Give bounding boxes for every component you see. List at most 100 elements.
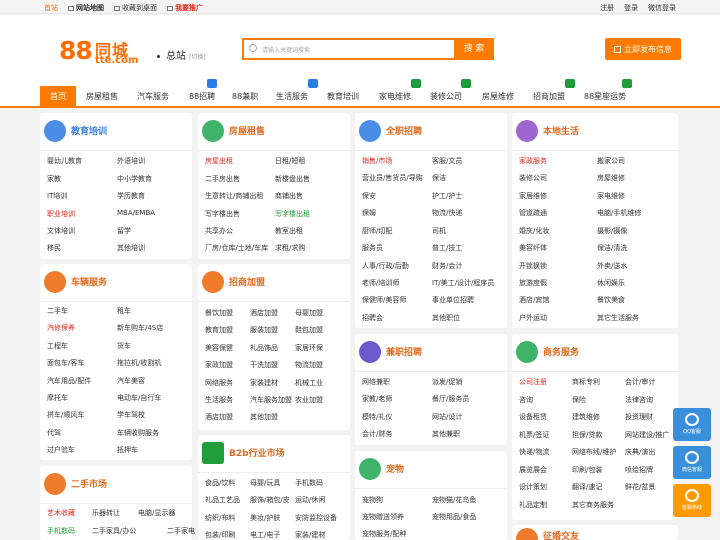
card-link[interactable]: 保健师/美容师 [362,295,406,305]
card-link[interactable]: 宠物用品/食品 [432,512,476,522]
card-link[interactable]: 移民 [47,243,61,253]
card-link[interactable]: 印刷/包装 [572,465,602,475]
card-link[interactable]: 商铺出售 [275,191,303,201]
nav-item-home[interactable]: 首页 [40,86,76,108]
card-link[interactable]: IT培训 [47,191,67,201]
card-link[interactable]: 酒店加盟 [250,308,278,318]
card-link[interactable]: 休闲娱乐 [597,278,625,288]
nav-item[interactable]: 88招聘 [189,91,215,102]
card-link[interactable]: 婚庆/化妆 [519,226,549,236]
card-link[interactable]: 户外运动 [519,313,547,323]
card-link[interactable]: 货车 [117,341,131,351]
card-link[interactable]: 面包车/客车 [47,358,84,368]
card-link[interactable]: 会计/财务 [362,429,392,439]
card-link[interactable]: 拼车/顺风车 [47,410,84,420]
nav-item[interactable]: 教育培训 [327,91,359,102]
card-link[interactable]: 机械工业 [295,378,323,388]
card-link[interactable]: 安防监控设备 [295,513,337,523]
card-link[interactable]: 其它商务服务 [572,500,614,510]
card-link[interactable]: 宠物服务/配种 [362,529,406,539]
card-link[interactable]: 厂房/仓库/土地/车库 [205,243,268,253]
card-link[interactable]: 设计策划 [519,482,547,492]
card-link[interactable]: 宠物赠送领养 [362,512,404,522]
card-link[interactable]: 网站/设计 [432,412,462,422]
card-link[interactable]: IT/美工/设计/程序员 [432,278,494,288]
card-link[interactable]: 写字楼出租 [275,209,310,219]
card-link[interactable]: 家电维修 [597,191,625,201]
card-link[interactable]: 家装/建材 [295,530,325,540]
card-link[interactable]: 家政加盟 [205,360,233,370]
login-link[interactable]: 登录 [624,3,638,13]
card-link[interactable]: 网站建设/推广 [625,430,669,440]
site-logo[interactable]: 88 同城 tte.com [59,36,139,76]
promote-link[interactable]: 我要推广 [167,3,203,13]
card-link[interactable]: 旅游度假 [519,278,547,288]
nav-item[interactable]: 88兼职 [232,91,258,102]
card-link[interactable]: 翻译/速记 [572,482,602,492]
card-link[interactable]: 其他职位 [432,313,460,323]
qq-service-button[interactable]: QQ客服 [673,408,711,441]
card-link[interactable]: 投资理财 [625,412,653,422]
card-link[interactable]: 教育加盟 [205,325,233,335]
card-link[interactable]: 餐厅/服务员 [432,394,469,404]
card-link[interactable]: 鲜花/盆景 [625,482,655,492]
card-link[interactable]: 生意转让/商铺出租 [205,191,263,201]
card-link[interactable]: 汽车美容 [117,376,145,386]
card-link[interactable]: 美容保健 [205,343,233,353]
card-link[interactable]: 开锁换锁 [519,261,547,271]
card-link[interactable]: 服装加盟 [250,325,278,335]
wechat-login-link[interactable]: 微信登录 [648,3,676,13]
card-link[interactable]: 法律咨询 [625,395,653,405]
card-link[interactable]: 共享办公 [205,226,233,236]
card-link[interactable]: 派发/促销 [432,377,462,387]
card-link[interactable]: 写字楼出售 [205,209,240,219]
card-link[interactable]: 教室出租 [275,226,303,236]
card-link[interactable]: 商标专利 [572,377,600,387]
card-link[interactable]: 车辆收购服务 [117,428,159,438]
card-link[interactable]: 家教 [47,174,61,184]
card-link[interactable]: 酒店/宾馆 [519,295,549,305]
card-link[interactable]: 喷绘招牌 [625,465,653,475]
card-link[interactable]: 婴幼儿教育 [47,156,82,166]
card-link[interactable]: 电工/电子 [250,530,280,540]
card-link[interactable]: 职业培训 [47,209,75,219]
search-button[interactable]: 搜 索 [454,38,494,60]
nav-item[interactable]: 88星座运势 [584,91,626,102]
nav-item[interactable]: 招商加盟 [533,91,565,102]
card-link[interactable]: 过户验车 [47,445,75,455]
card-link[interactable]: 汽车服务加盟 [250,395,292,405]
favorite-link[interactable]: 收藏到桌面 [114,3,157,13]
card-link[interactable]: 网络布线/维护 [572,447,616,457]
post-info-button[interactable]: 立即发布信息 [605,38,681,60]
card-link[interactable]: 干洗加盟 [250,360,278,370]
card-link[interactable]: 物流/快递 [432,208,462,218]
card-link[interactable]: 厨师/切配 [362,226,392,236]
card-link[interactable]: 抵押车 [117,445,138,455]
card-link[interactable]: 其他兼职 [432,429,460,439]
card-link[interactable]: 宠物狗 [362,495,383,505]
home-link[interactable]: 首站 [44,3,58,13]
card-link[interactable]: 礼品饰品 [250,343,278,353]
card-link[interactable]: 家居环保 [295,343,323,353]
hotline-button[interactable]: 客服热线 [673,484,711,517]
card-link[interactable]: 网络服务 [205,378,233,388]
card-link[interactable]: 艺术收藏 [47,508,75,518]
card-link[interactable]: 咨询 [519,395,533,405]
card-link[interactable]: 二手家具/办公 [92,526,136,536]
card-link[interactable]: 日租/短租 [275,156,305,166]
card-link[interactable]: 物流加盟 [295,360,323,370]
card-link[interactable]: 母婴加盟 [295,308,323,318]
register-link[interactable]: 注册 [600,3,614,13]
card-link[interactable]: 电动车/自行车 [117,393,161,403]
card-link[interactable]: 留学 [117,226,131,236]
card-link[interactable]: 美妆/护肤 [250,513,280,523]
card-link[interactable]: 餐饮加盟 [205,308,233,318]
card-link[interactable]: 其他培训 [117,243,145,253]
card-link[interactable]: 新车购车/4S店 [117,323,163,333]
card-link[interactable]: 代驾 [47,428,61,438]
card-link[interactable]: 运动/休闲 [295,495,325,505]
card-link[interactable]: 保洁/清洗 [597,243,627,253]
card-link[interactable]: 家教/老师 [362,394,392,404]
card-link[interactable]: 老师/培训师 [362,278,399,288]
card-link[interactable]: 房屋维修 [597,173,625,183]
